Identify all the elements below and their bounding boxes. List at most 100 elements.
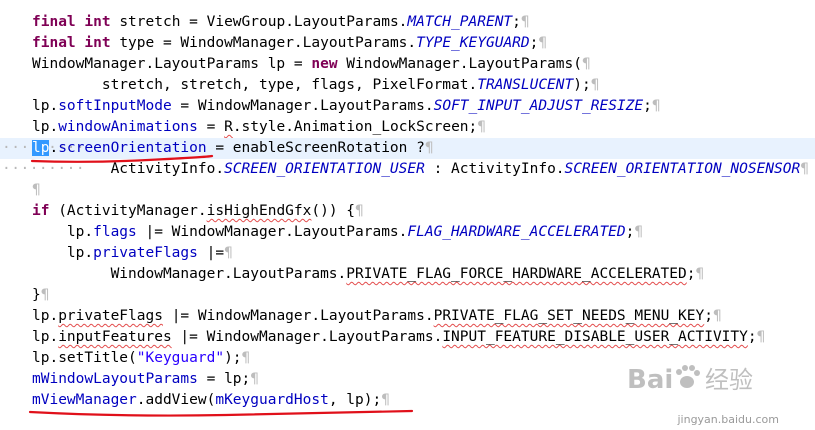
code-token: ;	[512, 14, 521, 30]
code-token: =	[197, 119, 225, 135]
code-token: WindowManager.LayoutParams.	[32, 266, 347, 282]
code-token: ;	[643, 98, 652, 114]
code-line[interactable]: stretch, stretch, type, flags, PixelForm…	[0, 75, 815, 96]
code-token: ;	[747, 329, 757, 345]
code-token: (ActivityManager.	[49, 203, 207, 219]
pilcrow-mark: ¶	[477, 119, 486, 135]
code-token: FLAG_HARDWARE_ACCELERATED	[407, 224, 626, 240]
pilcrow-mark: ¶	[756, 329, 766, 345]
code-line[interactable]: lp.windowAnimations = R.style.Animation_…	[0, 117, 815, 138]
code-line[interactable]: WindowManager.LayoutParams.PRIVATE_FLAG_…	[0, 264, 815, 285]
code-token: lp.	[32, 119, 59, 135]
code-token: MATCH_PARENT	[407, 14, 513, 30]
code-token: int	[84, 35, 111, 51]
svg-text:经验: 经验	[705, 366, 753, 394]
code-token: SOFT_INPUT_ADJUST_RESIZE	[433, 98, 644, 114]
code-line[interactable]: }¶	[0, 285, 815, 306]
code-token: |= WindowManager.LayoutParams.	[171, 329, 443, 345]
annotation-underline-screen-orientation	[30, 154, 214, 163]
pilcrow-mark: ¶	[224, 245, 233, 261]
pilcrow-mark: ¶	[355, 203, 364, 219]
code-token: if	[32, 203, 50, 219]
code-token: R	[224, 119, 233, 135]
pilcrow-mark: ¶	[695, 266, 705, 282]
code-token: privateFlags	[58, 308, 163, 324]
pilcrow-mark: ¶	[424, 140, 434, 156]
pilcrow-mark: ¶	[634, 224, 644, 240]
code-token: WindowManager.LayoutParams(	[337, 56, 582, 72]
code-token: lp.	[32, 224, 94, 240]
code-token: PRIVATE_FLAG_FORCE_HARDWARE_ACCELERATED	[346, 266, 687, 282]
code-token: stretch, stretch, type, flags, PixelForm…	[32, 77, 478, 93]
code-text: final int type = WindowManager.LayoutPar…	[32, 33, 547, 54]
code-text: lp.privateFlags |=¶	[32, 243, 233, 264]
code-text: lp.flags |= WindowManager.LayoutParams.F…	[32, 222, 643, 243]
code-text: WindowManager.LayoutParams.PRIVATE_FLAG_…	[32, 264, 705, 285]
code-token: flags	[93, 224, 137, 240]
code-token: stretch = ViewGroup.LayoutParams.	[110, 14, 408, 30]
code-token: "Keyguard"	[136, 350, 225, 366]
pilcrow-mark: ¶	[800, 161, 809, 177]
pilcrow-mark: ¶	[250, 371, 259, 387]
code-text: if (ActivityManager.isHighEndGfx()) {¶	[32, 201, 364, 222]
code-text: lp.privateFlags |= WindowManager.LayoutP…	[32, 306, 722, 327]
code-token: ()) {	[311, 203, 356, 219]
code-line[interactable]: lp.softInputMode = WindowManager.LayoutP…	[0, 96, 815, 117]
code-line[interactable]: final int stretch = ViewGroup.LayoutPara…	[0, 12, 815, 33]
code-line[interactable]: ¶	[0, 180, 815, 201]
baidu-jingyan-watermark-logo: Bai 经验	[627, 365, 753, 395]
code-text: WindowManager.LayoutParams lp = new Wind…	[32, 54, 591, 75]
code-token: = lp;	[197, 371, 251, 387]
code-text: ¶	[32, 180, 41, 201]
code-token: INPUT_FEATURE_DISABLE_USER_ACTIVITY	[442, 329, 748, 345]
svg-text:Bai: Bai	[627, 365, 673, 395]
code-token: lp.	[32, 329, 59, 345]
code-token: SCREEN_ORIENTATION_USER	[224, 161, 425, 177]
code-token: ;	[704, 308, 713, 324]
code-token: : ActivityInfo.	[424, 161, 565, 177]
pilcrow-mark: ¶	[712, 308, 722, 324]
annotation-underline-add-view	[28, 409, 414, 417]
code-text: mWindowLayoutParams = lp;¶	[32, 369, 259, 390]
code-line[interactable]: lp.inputFeatures |= WindowManager.Layout…	[0, 327, 815, 348]
pilcrow-mark: ¶	[538, 35, 548, 51]
code-token: final	[32, 14, 76, 30]
code-text: lp.setTitle("Keyguard");¶	[32, 348, 250, 369]
pilcrow-mark: ¶	[32, 182, 41, 198]
code-token: |=	[197, 245, 225, 261]
pilcrow-mark: ¶	[40, 287, 50, 303]
code-token: .style.Animation_LockScreen;	[232, 119, 478, 135]
code-token: int	[84, 14, 111, 30]
code-token: TYPE_KEYGUARD	[416, 35, 530, 51]
code-token: softInputMode	[58, 98, 172, 114]
code-line[interactable]: lp.privateFlags |=¶	[0, 243, 815, 264]
code-token: inputFeatures	[58, 329, 172, 345]
code-line[interactable]: WindowManager.LayoutParams lp = new Wind…	[0, 54, 815, 75]
code-text: final int stretch = ViewGroup.LayoutPara…	[32, 12, 530, 33]
code-token: isHighEndGfx	[206, 203, 312, 219]
code-text: lp.softInputMode = WindowManager.LayoutP…	[32, 96, 661, 117]
code-line[interactable]: if (ActivityManager.isHighEndGfx()) {¶	[0, 201, 815, 222]
code-token: lp.	[32, 98, 59, 114]
code-text: lp.windowAnimations = R.style.Animation_…	[32, 117, 486, 138]
code-token: WindowManager.LayoutParams lp =	[32, 56, 312, 72]
code-token: lp.setTitle(	[32, 350, 137, 366]
code-token: = WindowManager.LayoutParams.	[171, 98, 434, 114]
code-token: mWindowLayoutParams	[32, 371, 198, 387]
code-line[interactable]: lp.privateFlags |= WindowManager.LayoutP…	[0, 306, 815, 327]
code-token: privateFlags	[93, 245, 198, 261]
code-token: type = WindowManager.LayoutParams.	[110, 35, 417, 51]
code-line[interactable]: final int type = WindowManager.LayoutPar…	[0, 33, 815, 54]
code-token: final	[32, 35, 76, 51]
code-token: |= WindowManager.LayoutParams.	[136, 224, 408, 240]
code-token: TRANSLUCENT	[477, 77, 574, 93]
code-token: );	[573, 77, 591, 93]
code-token: windowAnimations	[58, 119, 198, 135]
code-token: PRIVATE_FLAG_SET_NEEDS_MENU_KEY	[433, 308, 705, 324]
code-text: lp.inputFeatures |= WindowManager.Layout…	[32, 327, 765, 348]
code-token: new	[311, 56, 338, 72]
code-token: |= WindowManager.LayoutParams.	[162, 308, 434, 324]
code-line[interactable]: lp.flags |= WindowManager.LayoutParams.F…	[0, 222, 815, 243]
pilcrow-mark: ¶	[520, 14, 530, 30]
code-text: }¶	[32, 285, 49, 306]
